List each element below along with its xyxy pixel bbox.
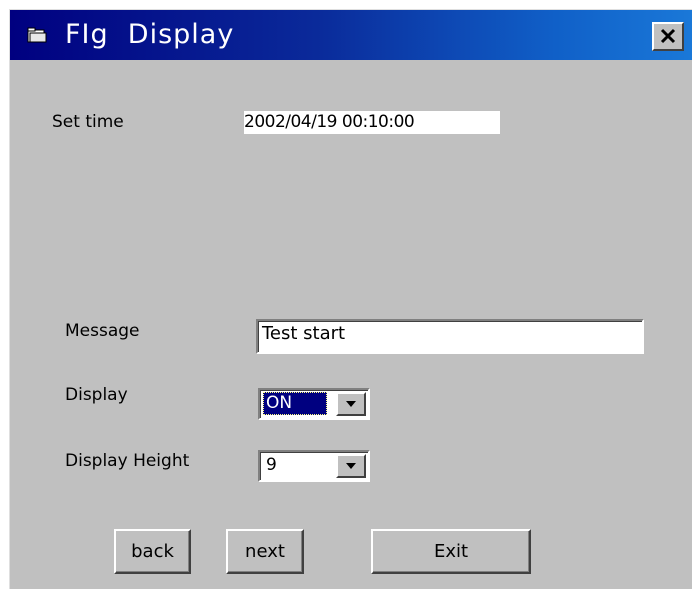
message-input[interactable]: Test start xyxy=(256,319,644,354)
display-select[interactable]: ON xyxy=(258,388,370,420)
title-bar[interactable]: FIg Display xyxy=(10,10,692,60)
display-dropdown-button[interactable] xyxy=(336,392,366,416)
message-label: Message xyxy=(65,321,140,341)
chevron-down-icon xyxy=(346,463,356,469)
display-height-select[interactable]: 9 xyxy=(258,450,370,482)
close-icon xyxy=(660,28,676,44)
close-button[interactable] xyxy=(652,22,684,51)
display-label: Display xyxy=(65,385,128,405)
display-height-select-value: 9 xyxy=(266,455,277,475)
next-button[interactable]: next xyxy=(226,529,304,574)
exit-button[interactable]: Exit xyxy=(371,529,531,574)
set-time-value: 2002/04/19 00:10:00 xyxy=(244,111,500,134)
display-select-value: ON xyxy=(263,392,327,415)
window-title: FIg Display xyxy=(65,19,235,50)
folder-icon xyxy=(27,27,47,43)
back-button[interactable]: back xyxy=(114,529,191,574)
set-time-label: Set time xyxy=(52,112,124,132)
display-height-dropdown-button[interactable] xyxy=(336,454,366,478)
dialog-window: FIg Display Set time 2002/04/19 00:10:00… xyxy=(9,9,692,589)
display-height-label: Display Height xyxy=(65,451,190,471)
chevron-down-icon xyxy=(346,401,356,407)
